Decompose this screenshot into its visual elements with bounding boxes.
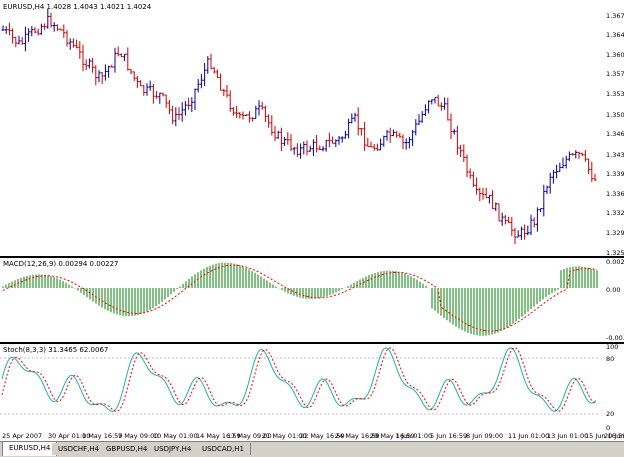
price-pane-label: EURUSD,H4 1.4028 1.4043 1.4021 1.4024 — [3, 3, 152, 11]
chart-tabs: EURUSD,H4 USDCHF,H4 GBPUSD,H4 USDJPY,H4 … — [0, 441, 624, 457]
y-tick-label: 20 — [606, 410, 615, 418]
y-tick-label: 0 — [606, 424, 611, 432]
macd-pane[interactable]: MACD(12,26,9) 0.00294 0.00227 0.00246 0.0… — [0, 258, 624, 342]
y-tick-label: 1.3570 — [606, 70, 624, 78]
tab-gbpusd-h4[interactable]: GBPUSD,H4 — [100, 443, 155, 455]
y-tick-label: -0.00343 — [606, 334, 624, 342]
y-tick-label: 1.3535 — [606, 90, 624, 98]
y-tick-label: 1.3605 — [606, 51, 624, 59]
y-tick-label: 1.3640 — [606, 31, 624, 39]
time-axis-label: 10 May 01:00 — [153, 432, 198, 440]
tab-usdjpy-h4[interactable]: USDJPY,H4 — [148, 443, 199, 455]
y-tick-label: 0.00246 — [606, 258, 624, 266]
macd-chart[interactable] — [0, 258, 600, 342]
time-axis-label: 13 Jun 01:00 — [547, 432, 589, 440]
y-tick-label: 1.3290 — [606, 229, 624, 237]
time-axis-label: 11 Jun 01:00 — [508, 432, 550, 440]
y-tick-label: 0.00 — [606, 286, 621, 294]
y-tick-label: 1.3500 — [606, 111, 624, 119]
y-tick-label: 1.3395 — [606, 170, 624, 178]
price-pane[interactable]: EURUSD,H4 1.4028 1.4043 1.4021 1.4024 1.… — [0, 0, 624, 257]
tab-eurusd-h4[interactable]: EURUSD,H4 — [2, 442, 58, 456]
time-axis-label: 5 Jun 16:59 — [430, 432, 468, 440]
y-tick-label: 1.3430 — [606, 151, 624, 159]
stoch-main-line — [1, 347, 597, 412]
time-axis-label: 8 Jun 09:00 — [466, 432, 504, 440]
macd-pane-label: MACD(12,26,9) 0.00294 0.00227 — [3, 260, 119, 268]
macd-signal-line — [2, 264, 598, 332]
y-tick-label: 1.3675 — [606, 12, 624, 20]
tab-usdchf-h4[interactable]: USDCHF,H4 — [52, 443, 107, 455]
y-tick-label: 1.3465 — [606, 130, 624, 138]
y-tick-label: 80 — [606, 355, 615, 363]
y-tick-label: 100 — [606, 343, 619, 351]
time-axis-label: 1 Jun 01:00 — [395, 432, 433, 440]
price-chart[interactable] — [0, 0, 600, 256]
time-axis-label: 20 Jun 09:00 — [604, 432, 624, 440]
y-tick-label: 1.3360 — [606, 190, 624, 198]
y-tick-label: 1.3325 — [606, 209, 624, 217]
stoch-pane-label: Stoch(8,3,3) 31.3465 62.0067 — [3, 346, 109, 354]
time-axis-label: 25 Apr 2007 — [2, 432, 43, 440]
stoch-pane[interactable]: Stoch(8,3,3) 31.3465 62.0067 100 80 20 0 — [0, 343, 624, 432]
stoch-chart[interactable] — [0, 344, 600, 430]
time-axis-label: 1 May 16:59 — [82, 432, 123, 440]
tab-usdcad-h1[interactable]: USDCAD,H1 — [196, 443, 251, 455]
